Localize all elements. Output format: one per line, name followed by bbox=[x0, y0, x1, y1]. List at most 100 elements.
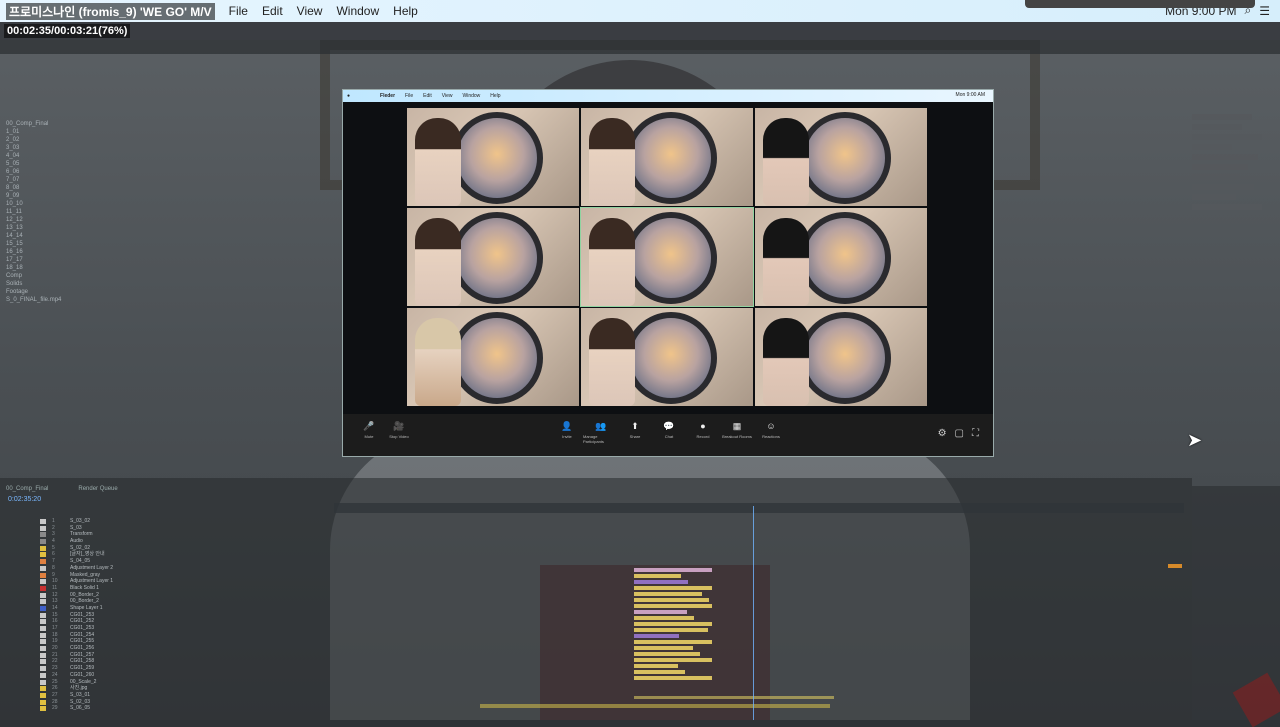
layer-row[interactable]: 11 Black Solid 1 bbox=[40, 585, 340, 592]
project-tree-item[interactable]: Solids bbox=[6, 280, 138, 288]
participant-tile[interactable] bbox=[581, 108, 753, 206]
zoom-menu-help[interactable]: Help bbox=[490, 93, 500, 99]
layer-name[interactable]: 사진.jpg bbox=[70, 685, 87, 692]
layer-row[interactable]: 20 CG01_256 bbox=[40, 645, 340, 652]
layer-label-color[interactable] bbox=[40, 572, 46, 578]
project-tree-item[interactable]: 2_02 bbox=[6, 136, 138, 144]
layer-label-color[interactable] bbox=[40, 679, 46, 685]
layer-row[interactable]: 22 CG01_258 bbox=[40, 658, 340, 665]
layer-label-color[interactable] bbox=[40, 692, 46, 698]
layer-name[interactable]: Shape Layer 1 bbox=[70, 605, 103, 612]
layer-row[interactable]: 6 [글자]_영상 안내 bbox=[40, 551, 340, 558]
zoom-menu-file[interactable]: File bbox=[405, 93, 413, 99]
layer-label-color[interactable] bbox=[40, 552, 46, 558]
layer-row[interactable]: 19 CG01_255 bbox=[40, 638, 340, 645]
layer-duration-bar[interactable] bbox=[634, 676, 712, 680]
zoom-menu-view[interactable]: View bbox=[442, 93, 453, 99]
stop-video-button[interactable]: 🎥 Stop Video bbox=[381, 420, 417, 439]
layer-label-color[interactable] bbox=[40, 699, 46, 705]
layer-label-color[interactable] bbox=[40, 519, 46, 524]
layer-row[interactable]: 17 CG01_253 bbox=[40, 625, 340, 632]
zoom-apple-icon[interactable]: ● bbox=[347, 93, 350, 99]
reactions-button[interactable]: ☺ Reactions bbox=[753, 420, 789, 439]
layer-label-color[interactable] bbox=[40, 585, 46, 591]
layer-row[interactable]: 2 S_03 bbox=[40, 525, 340, 532]
layer-row[interactable]: 18 CG01_254 bbox=[40, 632, 340, 639]
layer-label-color[interactable] bbox=[40, 639, 46, 645]
layer-row[interactable]: 10 Adjustment Layer 1 bbox=[40, 578, 340, 585]
project-tree-item[interactable]: 15_15 bbox=[6, 240, 138, 248]
project-tree-item[interactable]: 4_04 bbox=[6, 152, 138, 160]
layer-row[interactable]: 16 CG01_252 bbox=[40, 618, 340, 625]
layer-name[interactable]: CG01_252 bbox=[70, 618, 94, 625]
layer-label-color[interactable] bbox=[40, 666, 46, 672]
layer-name[interactable]: CG01_258 bbox=[70, 658, 94, 665]
settings-gear-icon[interactable]: ⚙ bbox=[938, 428, 947, 439]
project-tree-item[interactable]: Footage bbox=[6, 288, 138, 296]
manage-participants-button[interactable]: 👥 Manage Participants bbox=[583, 420, 619, 444]
menu-help[interactable]: Help bbox=[393, 4, 418, 18]
fullscreen-icon[interactable]: ⛶ bbox=[972, 428, 979, 439]
project-tree-item[interactable]: 3_03 bbox=[6, 144, 138, 152]
layer-row[interactable]: 27 S_03_01 bbox=[40, 692, 340, 699]
participant-tile[interactable] bbox=[407, 208, 579, 306]
record-button[interactable]: ● Record bbox=[685, 420, 721, 439]
layer-duration-bar[interactable] bbox=[634, 658, 712, 662]
project-tree-item[interactable]: 13_13 bbox=[6, 224, 138, 232]
layer-name[interactable]: CG01_253 bbox=[70, 625, 94, 632]
layer-label-color[interactable] bbox=[40, 565, 46, 571]
timeline-track-bar[interactable] bbox=[480, 704, 830, 708]
layer-row[interactable]: 24 CG01_260 bbox=[40, 672, 340, 679]
layer-label-color[interactable] bbox=[40, 532, 46, 538]
layer-row[interactable]: 3 Transform bbox=[40, 531, 340, 538]
layer-duration-bar[interactable] bbox=[634, 604, 712, 608]
project-tree-item[interactable]: 8_08 bbox=[6, 184, 138, 192]
layer-name[interactable]: CG01_254 bbox=[70, 632, 94, 639]
layer-label-color[interactable] bbox=[40, 626, 46, 631]
participant-tile[interactable] bbox=[755, 308, 927, 406]
menu-file[interactable]: File bbox=[229, 4, 248, 18]
layer-name[interactable]: S_04_05 bbox=[70, 558, 90, 565]
layer-row[interactable]: 7 S_04_05 bbox=[40, 558, 340, 565]
project-tree-item[interactable]: 5_05 bbox=[6, 160, 138, 168]
layer-row[interactable]: 8 Adjustment Layer 2 bbox=[40, 565, 340, 572]
layer-duration-bar[interactable] bbox=[634, 586, 712, 590]
layer-duration-bar[interactable] bbox=[634, 664, 678, 668]
layer-row[interactable]: 12 00_Border_2 bbox=[40, 592, 340, 599]
invite-button[interactable]: 👤 Invite bbox=[549, 420, 585, 439]
participant-tile[interactable] bbox=[755, 208, 927, 306]
layer-name[interactable]: S_02_03 bbox=[70, 699, 90, 706]
breakout-rooms-button[interactable]: ▦ Breakout Rooms bbox=[719, 420, 755, 439]
timeline-ruler[interactable] bbox=[334, 503, 1184, 513]
project-tree-item[interactable]: 7_07 bbox=[6, 176, 138, 184]
layer-name[interactable]: S_03_02 bbox=[70, 518, 90, 525]
project-tree-item[interactable]: 18_18 bbox=[6, 264, 138, 272]
layer-name[interactable]: S_03_01 bbox=[70, 692, 90, 699]
view-toggle-icon[interactable]: ▢ bbox=[955, 428, 964, 439]
participant-tile[interactable] bbox=[755, 108, 927, 206]
layer-name[interactable]: Audio bbox=[70, 538, 83, 545]
layer-name[interactable]: S_03 bbox=[70, 525, 82, 532]
layer-label-color[interactable] bbox=[40, 652, 46, 658]
layer-row[interactable]: 26 사진.jpg bbox=[40, 685, 340, 692]
timeline-current-time[interactable]: 0:02:35:20 bbox=[8, 496, 41, 503]
layer-duration-bar[interactable] bbox=[634, 580, 688, 584]
layer-label-color[interactable] bbox=[40, 672, 46, 678]
project-tree-item[interactable]: 9_09 bbox=[6, 192, 138, 200]
layer-row[interactable]: 4 Audio bbox=[40, 538, 340, 545]
zoom-menu-window[interactable]: Window bbox=[462, 93, 480, 99]
timeline-tab[interactable]: 00_Comp_Final bbox=[6, 486, 48, 492]
layer-duration-bar[interactable] bbox=[634, 640, 712, 644]
menu-edit[interactable]: Edit bbox=[262, 4, 283, 18]
layer-duration-bar[interactable] bbox=[634, 634, 679, 638]
layer-row[interactable]: 21 CG01_257 bbox=[40, 652, 340, 659]
layer-label-color[interactable] bbox=[40, 632, 46, 638]
layer-duration-bar[interactable] bbox=[634, 622, 712, 626]
layer-name[interactable]: 00_Border_2 bbox=[70, 598, 99, 605]
layer-label-color[interactable] bbox=[40, 599, 46, 605]
layer-label-color[interactable] bbox=[40, 619, 46, 625]
project-tree-item[interactable]: 12_12 bbox=[6, 216, 138, 224]
timeline-tabs[interactable]: 00_Comp_Final Render Queue bbox=[6, 486, 148, 492]
project-tree-item[interactable]: 17_17 bbox=[6, 256, 138, 264]
project-tree-item[interactable]: 16_16 bbox=[6, 248, 138, 256]
